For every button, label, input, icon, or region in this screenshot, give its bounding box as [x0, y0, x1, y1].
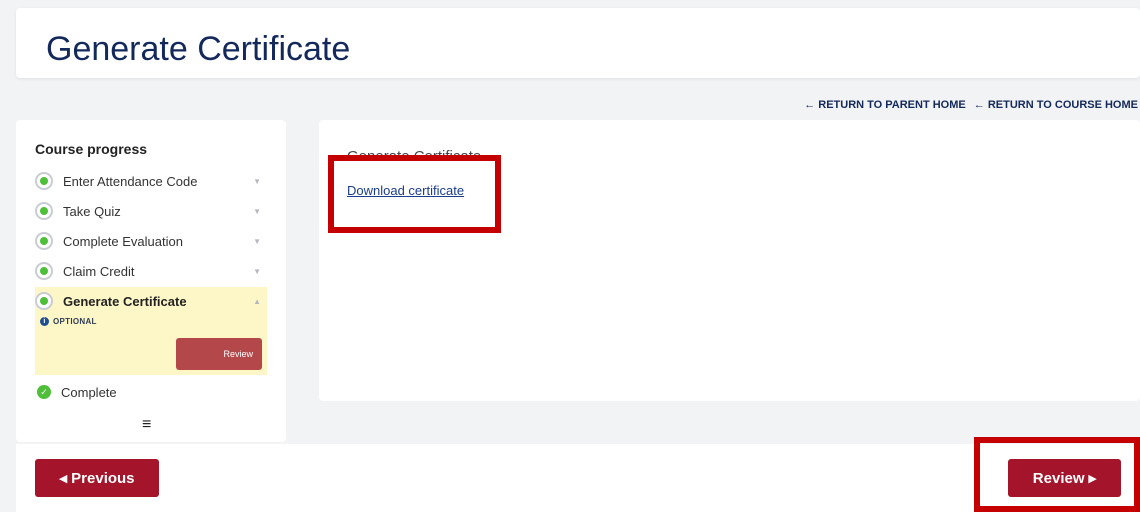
step-claim-credit[interactable]: Claim Credit ▼ — [35, 256, 267, 286]
optional-badge: i OPTIONAL — [40, 317, 97, 326]
info-icon: i — [40, 317, 49, 326]
page-header: Generate Certificate — [16, 8, 1140, 78]
step-label: Complete Evaluation — [63, 233, 183, 249]
chevron-up-icon[interactable]: ▲ — [253, 297, 261, 306]
step-complete-dot-icon — [35, 202, 53, 220]
sidebar-review-button[interactable]: Review — [176, 338, 262, 370]
hamburger-menu-icon[interactable]: ≡ — [142, 416, 151, 434]
page-title: Generate Certificate — [46, 30, 351, 68]
step-label: Take Quiz — [63, 203, 121, 219]
return-to-parent-home-link[interactable]: ← RETURN TO PARENT HOME — [804, 99, 966, 111]
previous-button[interactable]: ◂ Previous — [35, 459, 159, 497]
course-progress-heading: Course progress — [35, 141, 148, 157]
return-to-course-home-link[interactable]: ← RETURN TO COURSE HOME — [974, 99, 1138, 111]
chevron-down-icon[interactable]: ▼ — [253, 267, 261, 276]
step-complete-dot-icon — [35, 232, 53, 250]
chevron-down-icon[interactable]: ▼ — [253, 177, 261, 186]
step-complete-dot-icon — [35, 262, 53, 280]
step-enter-attendance-code[interactable]: Enter Attendance Code ▼ — [35, 166, 267, 196]
return-links: ← RETURN TO PARENT HOME ← RETURN TO COUR… — [799, 99, 1138, 111]
footer-bar — [16, 444, 1140, 512]
step-complete-dot-icon — [35, 292, 53, 310]
step-complete-evaluation[interactable]: Complete Evaluation ▼ — [35, 226, 267, 256]
step-label: Generate Certificate — [63, 293, 187, 309]
course-progress-sidebar: Course progress Enter Attendance Code ▼ … — [16, 120, 286, 442]
step-generate-certificate[interactable]: Generate Certificate ▲ — [35, 286, 267, 316]
step-take-quiz[interactable]: Take Quiz ▼ — [35, 196, 267, 226]
highlight-box-review — [974, 437, 1140, 512]
step-complete: ✓ Complete — [35, 377, 267, 407]
optional-label: OPTIONAL — [53, 317, 97, 326]
highlight-box-download — [328, 155, 501, 233]
step-label: Enter Attendance Code — [63, 173, 198, 189]
step-complete-dot-icon — [35, 172, 53, 190]
checkmark-icon: ✓ — [37, 385, 51, 399]
chevron-down-icon[interactable]: ▼ — [253, 237, 261, 246]
chevron-down-icon[interactable]: ▼ — [253, 207, 261, 216]
step-label: Claim Credit — [63, 263, 135, 279]
step-label: Complete — [61, 384, 117, 400]
